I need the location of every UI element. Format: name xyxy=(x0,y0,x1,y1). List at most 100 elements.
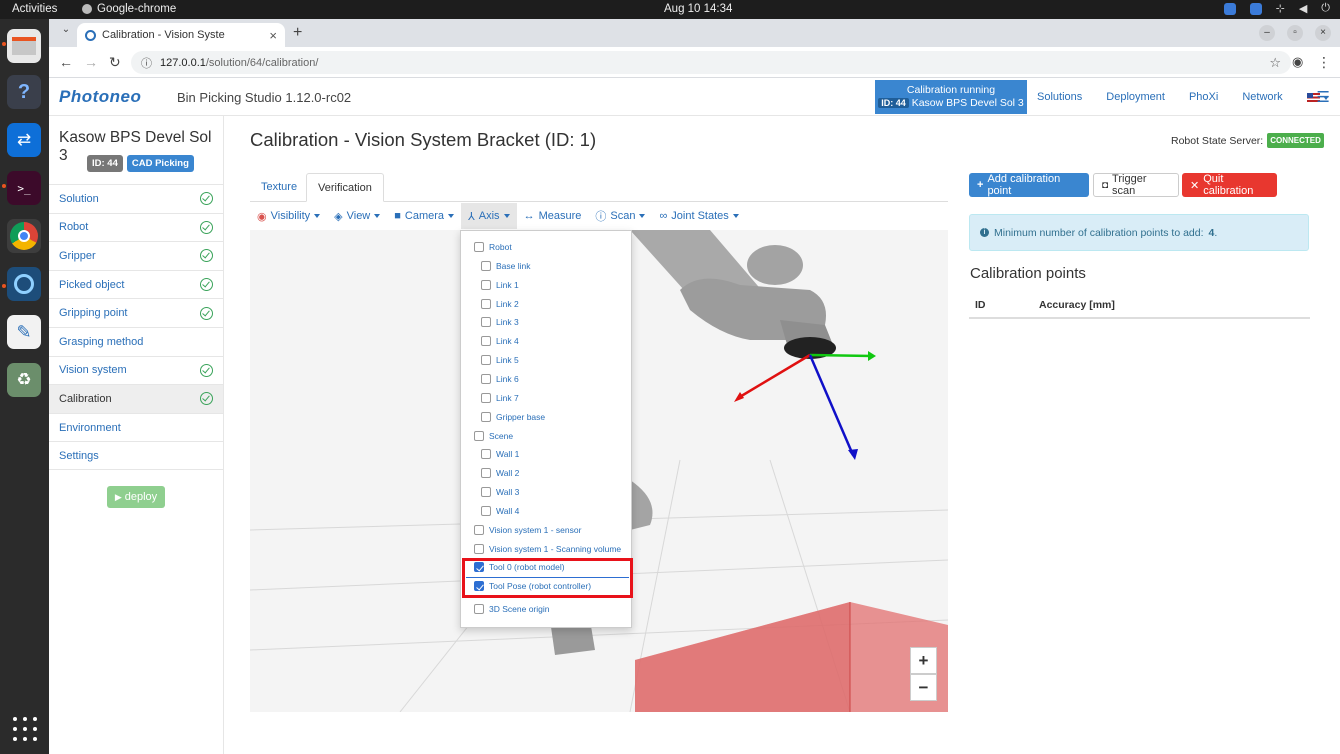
axis-option-checkbox[interactable] xyxy=(481,487,491,498)
axis-menu[interactable]: ⅄ Axis xyxy=(461,203,517,229)
camera-menu[interactable]: ■ Camera xyxy=(387,203,461,229)
axis-option-link-1[interactable]: Link 1 xyxy=(481,279,519,290)
view-menu[interactable]: ◈ View xyxy=(327,203,387,229)
nav-phoxi[interactable]: PhoXi xyxy=(1189,91,1218,103)
show-apps-icon[interactable] xyxy=(13,717,37,741)
nav-solutions[interactable]: Solutions xyxy=(1037,91,1082,103)
axis-option-link-4[interactable]: Link 4 xyxy=(481,336,519,347)
volume-icon[interactable]: ◀ xyxy=(1299,2,1307,15)
sidebar-item-vision-system[interactable]: Vision system xyxy=(49,355,223,385)
axis-option-checkbox[interactable] xyxy=(481,260,491,271)
axis-option-checkbox[interactable] xyxy=(474,604,484,615)
joint-states-menu[interactable]: ∞ Joint States xyxy=(652,203,745,229)
terminal-icon[interactable]: >_ xyxy=(7,171,41,205)
new-tab-icon[interactable]: + xyxy=(293,24,302,42)
power-icon[interactable]: ⏻ xyxy=(1321,2,1330,15)
sidebar-item-calibration[interactable]: Calibration xyxy=(49,384,223,413)
add-calibration-point-button[interactable]: + Add calibration point xyxy=(969,173,1089,197)
axis-option-checkbox[interactable] xyxy=(481,336,491,347)
tab-texture[interactable]: Texture xyxy=(250,173,308,202)
axis-option-link-5[interactable]: Link 5 xyxy=(481,355,519,366)
chrome-icon[interactable] xyxy=(7,219,41,253)
axis-option-checkbox[interactable] xyxy=(481,449,491,460)
axis-option-link-7[interactable]: Link 7 xyxy=(481,392,519,403)
axis-option-wall-4[interactable]: Wall 4 xyxy=(481,505,519,516)
tab-verification[interactable]: Verification xyxy=(306,173,384,202)
axis-option-vision-system-1-scanning-volume[interactable]: Vision system 1 - Scanning volume xyxy=(474,543,621,554)
close-tab-icon[interactable]: × xyxy=(269,28,277,43)
axis-option-checkbox[interactable] xyxy=(474,524,484,535)
sidebar-item-environment[interactable]: Environment xyxy=(49,412,223,442)
clock[interactable]: Aug 10 14:34 xyxy=(664,3,732,15)
axis-option-checkbox[interactable] xyxy=(481,373,491,384)
address-bar[interactable]: ⓘ 127.0.0.1 /solution/64/calibration/ ☆ xyxy=(131,51,1291,74)
deploy-button[interactable]: ▶ deploy xyxy=(107,486,165,508)
axis-option-link-2[interactable]: Link 2 xyxy=(481,298,519,309)
nav-network[interactable]: Network xyxy=(1242,91,1282,103)
axis-option-checkbox[interactable] xyxy=(474,543,484,554)
axis-option-wall-2[interactable]: Wall 2 xyxy=(481,468,519,479)
trash-icon[interactable]: ♻ xyxy=(7,363,41,397)
axis-option-scene[interactable]: Scene xyxy=(474,430,513,441)
axis-option-checkbox[interactable] xyxy=(474,242,484,252)
axis-option-checkbox[interactable] xyxy=(481,468,491,479)
zoom-in-button[interactable]: + xyxy=(910,647,937,674)
help-icon[interactable]: ? xyxy=(7,75,41,109)
axis-option-checkbox[interactable] xyxy=(481,505,491,516)
tab-search-icon[interactable]: ⌄ xyxy=(56,24,76,42)
zoom-out-button[interactable]: − xyxy=(910,674,937,701)
restore-icon[interactable]: ▫ xyxy=(1287,25,1303,41)
sidebar-item-solution[interactable]: Solution xyxy=(49,184,223,213)
forward-icon[interactable]: → xyxy=(84,54,98,70)
trigger-scan-button[interactable]: ◘ Trigger scan xyxy=(1093,173,1179,197)
reload-icon[interactable]: ↻ xyxy=(109,54,121,71)
teamviewer-tray-icon[interactable] xyxy=(1249,2,1262,15)
sidebar-item-gripping-point[interactable]: Gripping point xyxy=(49,298,223,327)
axis-option-vision-system-1-sensor[interactable]: Vision system 1 - sensor xyxy=(474,524,581,535)
site-info-icon[interactable]: ⓘ xyxy=(141,55,152,71)
axis-option-robot[interactable]: Robot xyxy=(474,242,512,252)
axis-option-checkbox[interactable] xyxy=(481,392,491,403)
photoneo-logo[interactable]: Photoneo xyxy=(59,87,141,107)
system-tray[interactable]: ⊹ ◀ ⏻ xyxy=(1223,2,1330,15)
minimize-icon[interactable]: – xyxy=(1259,25,1275,41)
text-editor-icon[interactable]: ✎ xyxy=(7,315,41,349)
axis-option-checkbox[interactable] xyxy=(481,298,491,309)
scan-menu[interactable]: ⓘ Scan xyxy=(588,203,652,229)
axis-option-wall-1[interactable]: Wall 1 xyxy=(481,449,519,460)
axis-option-link-3[interactable]: Link 3 xyxy=(481,317,519,328)
sidebar-item-picked-object[interactable]: Picked object xyxy=(49,269,223,299)
hamburger-menu-icon[interactable]: ☰ xyxy=(1317,88,1330,106)
axis-option-link-6[interactable]: Link 6 xyxy=(481,373,519,384)
measure-tool[interactable]: ↔ Measure xyxy=(517,203,589,229)
close-window-icon[interactable]: × xyxy=(1315,25,1331,41)
axis-option-checkbox[interactable] xyxy=(481,279,491,290)
sidebar-item-settings[interactable]: Settings xyxy=(49,441,223,470)
axis-option-checkbox[interactable] xyxy=(481,355,491,366)
active-app-menu[interactable]: Google-chrome xyxy=(82,3,176,15)
network-icon[interactable]: ⊹ xyxy=(1276,2,1285,15)
activities-button[interactable]: Activities xyxy=(12,3,57,15)
nav-deployment[interactable]: Deployment xyxy=(1106,91,1165,103)
app-indicator-icon[interactable] xyxy=(1223,2,1236,15)
phoxi-control-icon[interactable] xyxy=(7,267,41,301)
axis-option-checkbox[interactable] xyxy=(481,317,491,328)
profile-icon[interactable]: ◉ xyxy=(1292,54,1303,70)
axis-option-checkbox[interactable] xyxy=(474,430,484,441)
quit-calibration-button[interactable]: ✕ Quit calibration xyxy=(1182,173,1277,197)
files-icon[interactable] xyxy=(7,29,41,63)
browser-menu-icon[interactable]: ⋮ xyxy=(1317,54,1331,71)
back-icon[interactable]: ← xyxy=(59,54,73,70)
bookmark-star-icon[interactable]: ☆ xyxy=(1269,55,1281,71)
axis-option-gripper-base[interactable]: Gripper base xyxy=(481,411,545,422)
sidebar-item-gripper[interactable]: Gripper xyxy=(49,241,223,270)
axis-option-base-link[interactable]: Base link xyxy=(481,260,531,271)
axis-option-checkbox[interactable] xyxy=(481,411,491,422)
browser-tab[interactable]: Calibration - Vision Syste × xyxy=(77,23,285,47)
calibration-running-indicator[interactable]: Calibration running ID: 44 Kasow BPS Deve… xyxy=(875,80,1027,114)
axis-option-3d-scene-origin[interactable]: 3D Scene origin xyxy=(474,604,549,615)
teamviewer-icon[interactable]: ⇄ xyxy=(7,123,41,157)
sidebar-item-robot[interactable]: Robot xyxy=(49,212,223,242)
visibility-menu[interactable]: ◉ Visibility xyxy=(250,203,327,229)
axis-option-wall-3[interactable]: Wall 3 xyxy=(481,487,519,498)
